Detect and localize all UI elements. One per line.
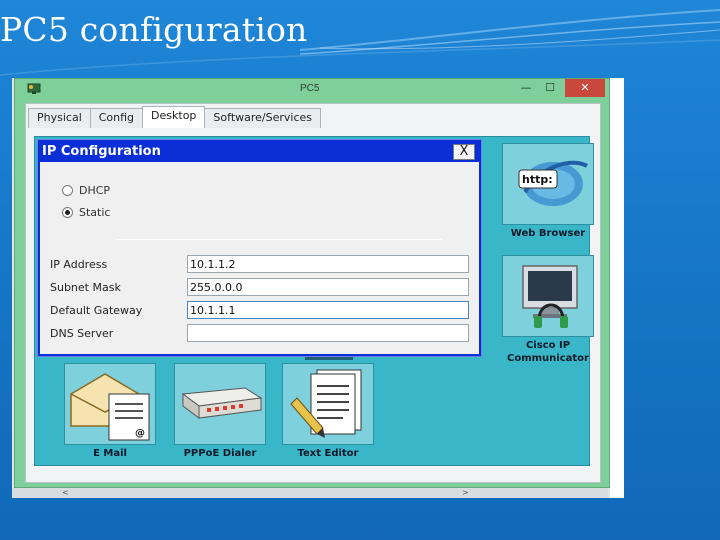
- cisco-ip-label-line2: Communicator: [507, 353, 589, 364]
- dns-server-input[interactable]: [187, 324, 469, 342]
- static-radio[interactable]: [62, 207, 73, 218]
- cisco-ip-label-line1: Cisco IP: [525, 340, 571, 351]
- ip-address-input[interactable]: [187, 255, 469, 273]
- default-gateway-label: Default Gateway: [50, 304, 143, 317]
- scroll-left-arrow-icon[interactable]: <: [62, 488, 69, 498]
- dhcp-option[interactable]: DHCP: [62, 184, 110, 197]
- modem-icon: [174, 363, 266, 445]
- pc-app-icon: [27, 83, 41, 94]
- dns-server-label: DNS Server: [50, 327, 114, 340]
- dialog-title: IP Configuration: [40, 142, 479, 162]
- pppoe-label: PPPoE Dialer: [183, 448, 257, 459]
- monitor-headset-icon: [502, 255, 594, 337]
- text-editor-app[interactable]: Text Editor: [281, 363, 375, 460]
- dialog-close-button[interactable]: X: [453, 144, 475, 160]
- dialog-separator: [116, 239, 442, 240]
- minimize-button[interactable]: —: [515, 79, 537, 97]
- static-label: Static: [79, 206, 111, 219]
- at-sign: @: [135, 428, 145, 439]
- window-title: PC5: [300, 83, 320, 94]
- maximize-button[interactable]: ☐: [539, 79, 561, 97]
- ip-address-label: IP Address: [50, 258, 108, 271]
- scroll-right-arrow-icon[interactable]: >: [462, 488, 469, 498]
- email-app[interactable]: @ E Mail: [63, 363, 157, 460]
- slide-title: PC5 configuration: [0, 10, 308, 49]
- static-option[interactable]: Static: [62, 206, 110, 219]
- tab-config[interactable]: Config: [89, 108, 144, 128]
- default-gateway-input[interactable]: [187, 301, 469, 319]
- email-label: E Mail: [93, 448, 127, 459]
- background-window-strip: [610, 78, 624, 498]
- web-browser-app[interactable]: http: Web Browser: [500, 143, 596, 240]
- ip-configuration-dialog: IP Configuration X DHCP Static IP Addres…: [38, 140, 481, 356]
- dhcp-radio[interactable]: [62, 185, 73, 196]
- http-badge: http:: [522, 173, 553, 186]
- document-pencil-icon: [282, 363, 374, 445]
- window-titlebar[interactable]: PC5 — ☐ ✕: [15, 79, 609, 99]
- text-editor-label: Text Editor: [297, 448, 359, 459]
- tab-desktop[interactable]: Desktop: [142, 106, 206, 128]
- cisco-ip-communicator-app[interactable]: Cisco IP Communicator: [500, 255, 596, 365]
- pppoe-dialer-app[interactable]: PPPoE Dialer: [173, 363, 267, 460]
- subnet-mask-label: Subnet Mask: [50, 281, 121, 294]
- web-browser-label: Web Browser: [510, 228, 586, 239]
- tab-physical[interactable]: Physical: [28, 108, 91, 128]
- embedded-screenshot: PC5 — ☐ ✕ Physical Config Desktop Softwa…: [12, 78, 624, 498]
- envelope-icon: @: [64, 363, 156, 445]
- tab-bar: Physical Config Desktop Software/Service…: [28, 106, 322, 128]
- dhcp-label: DHCP: [79, 184, 111, 197]
- subnet-mask-input[interactable]: [187, 278, 469, 296]
- globe-http-icon: http:: [502, 143, 594, 225]
- tab-software-services[interactable]: Software/Services: [204, 108, 322, 128]
- horizontal-scrollbar[interactable]: < >: [12, 488, 608, 498]
- close-window-button[interactable]: ✕: [565, 79, 605, 97]
